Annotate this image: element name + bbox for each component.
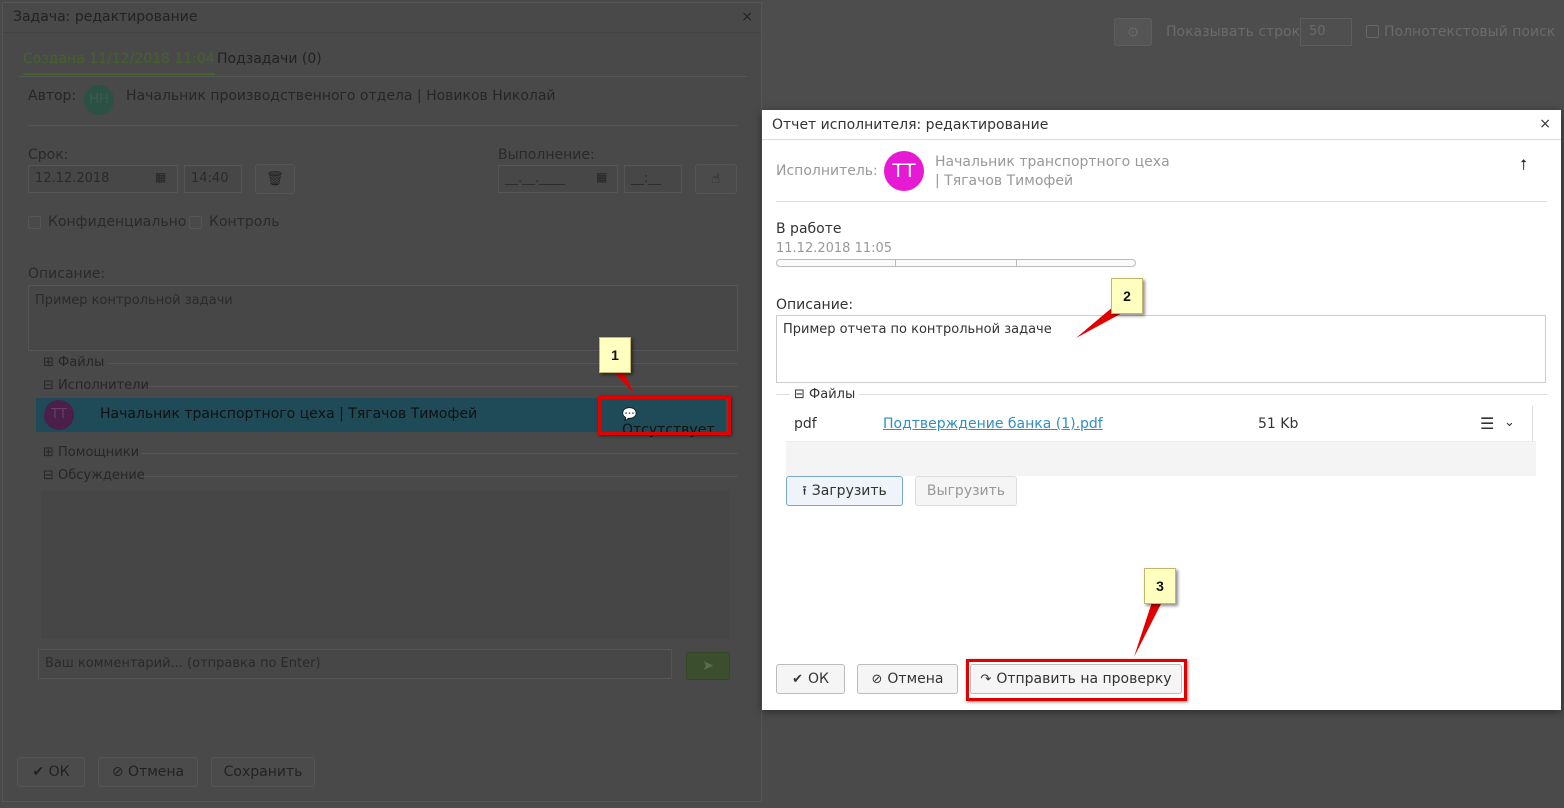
callout-pointers <box>614 306 1162 657</box>
callout-pointer-1 <box>614 372 634 394</box>
callout-1: 1 <box>599 337 631 373</box>
callout-2: 2 <box>1111 278 1143 314</box>
callout-3: 3 <box>1144 568 1176 604</box>
callout-pointer-3 <box>1134 602 1162 657</box>
